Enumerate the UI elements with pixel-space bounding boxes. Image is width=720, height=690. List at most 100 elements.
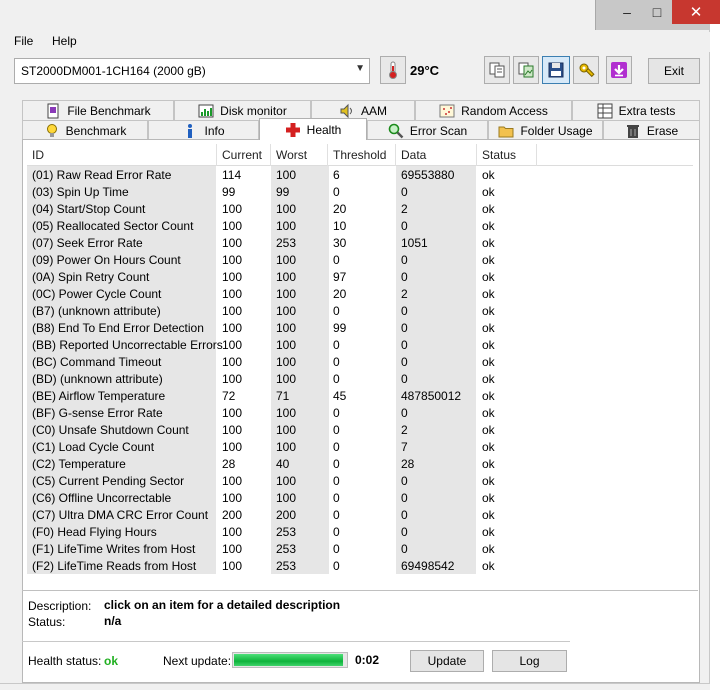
- cell-threshold: 0: [333, 440, 340, 454]
- tab-aam[interactable]: AAM: [311, 100, 415, 120]
- minimize-button[interactable]: –: [612, 0, 642, 24]
- tab-benchmark[interactable]: Benchmark: [22, 120, 148, 140]
- tab-label: Erase: [646, 123, 679, 138]
- table-row[interactable]: (C7) Ultra DMA CRC Error Count 200 200 0 0 ok: [27, 506, 693, 523]
- table-row[interactable]: (BF) G-sense Error Rate 100 100 0 0 ok: [27, 404, 693, 421]
- tab-info[interactable]: Info: [148, 120, 259, 140]
- menu-file[interactable]: File: [14, 34, 33, 48]
- cell-current: 100: [222, 542, 243, 556]
- table-row[interactable]: (C6) Offline Uncorrectable 100 100 0 0 ok: [27, 489, 693, 506]
- table-row[interactable]: (0C) Power Cycle Count 100 100 20 2 ok: [27, 285, 693, 302]
- tab-extra-tests[interactable]: Extra tests: [572, 100, 700, 120]
- table-row[interactable]: (07) Seek Error Rate 100 253 30 1051 ok: [27, 234, 693, 251]
- table-row[interactable]: (BC) Command Timeout 100 100 0 0 ok: [27, 353, 693, 370]
- table-row[interactable]: (0A) Spin Retry Count 100 100 97 0 ok: [27, 268, 693, 285]
- temperature-button[interactable]: [380, 56, 406, 84]
- update-button[interactable]: Update: [410, 650, 484, 672]
- description-text: click on an item for a detailed descript…: [104, 598, 341, 612]
- cell-current: 100: [222, 287, 243, 301]
- table-row[interactable]: (09) Power On Hours Count 100 100 0 0 ok: [27, 251, 693, 268]
- cell-current: 100: [222, 559, 243, 573]
- tab-file-benchmark[interactable]: File Benchmark: [22, 100, 174, 120]
- column-header-data[interactable]: Data: [396, 144, 477, 166]
- title-bar: – □ ✕: [0, 0, 720, 30]
- cell-threshold: 0: [333, 525, 340, 539]
- log-button[interactable]: Log: [492, 650, 567, 672]
- table-row[interactable]: (BB) Reported Uncorrectable Errors 100 100…: [27, 336, 693, 353]
- download-update-button[interactable]: [606, 56, 632, 84]
- folder-icon: [498, 126, 514, 137]
- cell-id: (05) Reallocated Sector Count: [27, 217, 216, 234]
- cell-worst: 100: [271, 353, 329, 370]
- tab-erase[interactable]: Erase: [603, 120, 700, 140]
- menu-help[interactable]: Help: [52, 34, 77, 48]
- table-row[interactable]: (01) Raw Read Error Rate 114 100 6 69553880 o…: [27, 166, 693, 183]
- smart-table: ID Current Worst Threshold Data Status (…: [27, 144, 693, 574]
- cell-threshold: 20: [333, 202, 347, 216]
- description-area: Description: click on an item for a deta…: [22, 590, 698, 630]
- cell-current: 100: [222, 525, 243, 539]
- column-header-worst[interactable]: Worst: [271, 144, 328, 166]
- cell-threshold: 0: [333, 559, 340, 573]
- cell-id: (C5) Current Pending Sector: [27, 472, 216, 489]
- tab-folder-usage[interactable]: Folder Usage: [488, 120, 603, 140]
- cell-worst: 100: [271, 404, 329, 421]
- maximize-button[interactable]: □: [642, 0, 672, 24]
- table-row[interactable]: (C2) Temperature 28 40 0 28 ok: [27, 455, 693, 472]
- cell-worst: 100: [271, 438, 329, 455]
- cell-id: (C0) Unsafe Shutdown Count: [27, 421, 216, 438]
- table-row[interactable]: (C5) Current Pending Sector 100 100 0 0 ok: [27, 472, 693, 489]
- cell-threshold: 0: [333, 304, 340, 318]
- table-row[interactable]: (F2) LifeTime Reads from Host 100 253 0 6949…: [27, 557, 693, 574]
- cell-data: 0: [396, 183, 476, 200]
- column-header-id[interactable]: ID: [27, 144, 217, 166]
- table-row[interactable]: (B8) End To End Error Detection 100 100 99 0…: [27, 319, 693, 336]
- menu-bar: File Help: [0, 32, 710, 52]
- table-row[interactable]: (F1) LifeTime Writes from Host 100 253 0 0 ok: [27, 540, 693, 557]
- cell-current: 100: [222, 219, 243, 233]
- table-row[interactable]: (BE) Airflow Temperature 72 71 45 487850012 o…: [27, 387, 693, 404]
- cell-id: (BB) Reported Uncorrectable Errors: [27, 336, 223, 353]
- copy-image-icon: [518, 62, 534, 78]
- tab-health[interactable]: Health: [259, 118, 367, 140]
- column-header-threshold[interactable]: Threshold: [328, 144, 396, 166]
- close-button[interactable]: ✕: [672, 0, 720, 24]
- cell-data: 2: [396, 200, 476, 217]
- tab-label: Folder Usage: [520, 123, 593, 138]
- lightbulb-icon: [46, 123, 57, 137]
- exit-button[interactable]: Exit: [648, 58, 700, 84]
- column-header-status[interactable]: Status: [477, 144, 537, 166]
- copy-screenshot-button[interactable]: [513, 56, 539, 84]
- cell-worst: 100: [271, 217, 329, 234]
- table-row[interactable]: (BD) (unknown attribute) 100 100 0 0 ok: [27, 370, 693, 387]
- cell-data: 0: [396, 540, 476, 557]
- table-row[interactable]: (03) Spin Up Time 99 99 0 0 ok: [27, 183, 693, 200]
- cell-status: ok: [482, 406, 495, 420]
- table-row[interactable]: (C1) Load Cycle Count 100 100 0 7 ok: [27, 438, 693, 455]
- drive-select[interactable]: ST2000DM001-1CH164 (2000 gB) ▼: [14, 58, 370, 84]
- cell-worst: 100: [271, 268, 329, 285]
- cell-worst: 253: [271, 523, 329, 540]
- cell-status: ok: [482, 168, 495, 182]
- cell-data: 0: [396, 268, 476, 285]
- table-row[interactable]: (C0) Unsafe Shutdown Count 100 100 0 2 ok: [27, 421, 693, 438]
- cell-status: ok: [482, 457, 495, 471]
- table-row[interactable]: (B7) (unknown attribute) 100 100 0 0 ok: [27, 302, 693, 319]
- copy-text-button[interactable]: [484, 56, 510, 84]
- smart-table-body: (01) Raw Read Error Rate 114 100 6 69553880 o…: [27, 166, 693, 574]
- cell-worst: 100: [271, 370, 329, 387]
- table-row[interactable]: (F0) Head Flying Hours 100 253 0 0 ok: [27, 523, 693, 540]
- table-row[interactable]: (05) Reallocated Sector Count 100 100 10 0 ok: [27, 217, 693, 234]
- column-header-current[interactable]: Current: [217, 144, 271, 166]
- tab-error-scan[interactable]: Error Scan: [367, 120, 488, 140]
- cell-status: ok: [482, 236, 495, 250]
- table-row[interactable]: (04) Start/Stop Count 100 100 20 2 ok: [27, 200, 693, 217]
- options-button[interactable]: [573, 56, 599, 84]
- save-screenshot-button[interactable]: [542, 56, 570, 84]
- tab-label: Random Access: [461, 103, 548, 118]
- tab-random-access[interactable]: Random Access: [415, 100, 572, 120]
- magnifier-icon: [388, 123, 404, 138]
- tab-disk-monitor[interactable]: Disk monitor: [174, 100, 311, 120]
- cell-data: 0: [396, 489, 476, 506]
- cell-id: (03) Spin Up Time: [27, 183, 216, 200]
